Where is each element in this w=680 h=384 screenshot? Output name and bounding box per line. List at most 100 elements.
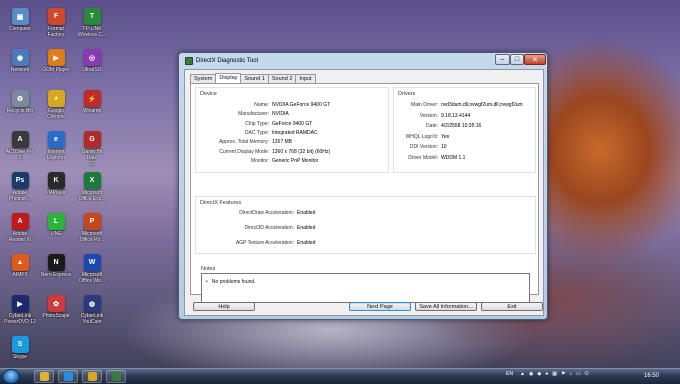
desktop-icon-label: PhotoScape <box>42 313 70 319</box>
desktop-icon-label: AIMP3 <box>12 272 28 278</box>
desktop-icon[interactable]: Ps Adobe Photosh... <box>2 170 38 210</box>
tray-speaker-icon[interactable]: ♪ <box>569 371 572 377</box>
info-value: WDDM 1.1 <box>441 155 466 161</box>
notes-box[interactable]: • No problems found. <box>201 273 530 303</box>
desktop-icon[interactable]: G Game Bit Rate L2 <box>74 129 110 169</box>
taskbar-button[interactable] <box>58 370 78 383</box>
desktop-icon[interactable]: T TP-LINK Wireless C... <box>74 6 110 46</box>
explorer-icon <box>39 372 49 381</box>
desktop-icon[interactable]: ◉ Network <box>2 47 38 87</box>
info-label: Main Driver: <box>411 102 438 108</box>
minimize-button[interactable]: – <box>495 54 510 65</box>
drivers-heading: Drivers <box>398 91 416 97</box>
tab-sound-2[interactable]: Sound 2 <box>267 74 297 83</box>
desktop-icon-label: Internet Explorer <box>46 149 66 161</box>
info-value: Integrated RAMDAC <box>272 129 318 136</box>
desktop-icon-label: Skype <box>13 354 27 360</box>
language-indicator[interactable]: EN <box>506 371 513 377</box>
ie-icon: e <box>47 131 65 148</box>
tray-power-icon[interactable]: ⏻ <box>585 371 589 377</box>
desktop-icon[interactable]: ▶ GOM Player <box>38 47 74 87</box>
desktop-icon[interactable]: A Adobe Reader XI <box>2 211 38 251</box>
info-label: AGP Texture Acceleration: <box>235 240 294 246</box>
exit-button[interactable]: Exit <box>481 302 543 311</box>
info-label: Direct3D Acceleration: <box>244 225 294 231</box>
start-button[interactable] <box>2 369 20 384</box>
desktop-icon[interactable]: ◕ Google Chrome <box>38 88 74 128</box>
desktop-icon-label: Google Chrome <box>47 108 65 120</box>
desktop-icon[interactable]: W Microsoft Office Wo... <box>74 252 110 292</box>
desktop-icon[interactable]: ♻ Recycle Bin <box>2 88 38 128</box>
device-heading: Device <box>200 91 217 97</box>
info-label: WHQL Logo'd: <box>405 133 438 140</box>
desktop-icon-label: Nero Express <box>40 272 72 278</box>
drivers-group: Drivers Main Driver: nvd3dum.dll,nvwgf2um… <box>393 87 536 173</box>
desktop-icon-label: LINE <box>50 231 62 237</box>
tab-input[interactable]: Input <box>295 74 316 83</box>
window-title: DirectX Diagnostic Tool <box>196 58 258 64</box>
next-page-button[interactable]: Next Page <box>349 302 411 311</box>
desktop-icon[interactable]: X Microsoft Office Exc... <box>74 170 110 210</box>
tray-shield-icon[interactable]: ◆ <box>537 371 541 377</box>
info-label: Current Display Mode: <box>219 148 269 155</box>
desktop-icon-label: ACDSee Pro 3 <box>5 149 35 161</box>
tab-sound-1[interactable]: Sound 1 <box>240 74 269 83</box>
tray-monitor-icon[interactable]: ▭ <box>576 371 581 377</box>
desktop-icon[interactable]: L LINE <box>38 211 74 251</box>
tray-steam-icon[interactable]: ◉ <box>529 371 533 377</box>
window-client: System Display Sound 1 Sound 2 Input Device … <box>184 69 544 316</box>
desktop-icon[interactable]: ✿ PhotoScape <box>38 293 74 333</box>
desktop-icon[interactable]: P Microsoft Office Po... <box>74 211 110 251</box>
info-value: 1267 MB <box>272 139 293 146</box>
desktop-icon-label: GOM Player <box>42 67 70 73</box>
system-tray: ▲ ◉ ◆ ● ▦ ⚑ ♪ ▭ ⏻ <box>520 371 589 377</box>
desktop-icon[interactable]: ▣ Computer <box>2 6 38 46</box>
computer-icon: ▣ <box>11 8 29 25</box>
maximize-icon: □ <box>514 56 520 63</box>
desktop-icon-label: Adobe Reader XI <box>8 231 32 243</box>
features-group: DirectX Features DirectDraw Acceleration… <box>195 196 536 254</box>
photoscape-icon: ✿ <box>47 295 65 312</box>
taskbar-button[interactable] <box>34 370 54 383</box>
desktop-icon[interactable]: e Internet Explorer <box>38 129 74 169</box>
chrome-icon: ◕ <box>47 90 65 107</box>
tray-network-icon[interactable]: ▦ <box>552 371 557 377</box>
taskbar-button[interactable] <box>82 370 102 383</box>
notes-text: No problems found. <box>211 279 256 285</box>
info-value: Generic PnP Monitor <box>272 157 319 164</box>
gom-player-icon: ▶ <box>47 49 65 66</box>
info-value: nvd3dum.dll,nvwgf2um.dll,nvwgf2um <box>441 102 523 108</box>
clock[interactable]: 16:50 <box>644 373 659 379</box>
tray-flag-icon[interactable]: ⚑ <box>561 371 565 377</box>
line-icon: L <box>47 213 65 230</box>
close-button[interactable]: ✕ <box>524 54 546 65</box>
taskbar-button[interactable] <box>106 370 126 383</box>
desktop-icon[interactable]: ⚡ Winamp <box>74 88 110 128</box>
display-panel: Device Name: NVIDIA GeForce 9400 GT Manufa… <box>190 83 539 303</box>
desktop-icon-label: Computer <box>9 26 31 32</box>
desktop-icon[interactable]: ▲ AIMP3 <box>2 252 38 292</box>
info-value: 4/2/2558 10:35:16 <box>441 123 482 130</box>
tab-system[interactable]: System <box>190 74 217 83</box>
powerpoint-icon: P <box>83 213 101 230</box>
tray-app-icon[interactable]: ● <box>545 371 548 377</box>
desktop-icon[interactable]: A ACDSee Pro 3 <box>2 129 38 169</box>
desktop-icon[interactable]: ◎ UltraISO <box>74 47 110 87</box>
desktop-icon[interactable]: K KMPlayer <box>38 170 74 210</box>
powerdvd-icon: ▶ <box>11 295 29 312</box>
desktop-icon[interactable]: F Format Factory <box>38 6 74 46</box>
desktop-icon[interactable]: N Nero Express <box>38 252 74 292</box>
save-all-information-button[interactable]: Save All Information... <box>415 302 477 311</box>
tray-arrow-icon[interactable]: ▲ <box>520 371 525 377</box>
desktop-icon-label: Network <box>10 67 30 73</box>
tplink-icon: T <box>83 8 101 25</box>
desktop-icon[interactable]: ◍ CyberLink YouCam <box>74 293 110 333</box>
title-bar: DirectX Diagnostic Tool <box>185 56 258 66</box>
dxdiag-icon <box>111 372 121 381</box>
desktop-icon[interactable]: ▶ CyberLink PowerDVD 12 <box>2 293 38 333</box>
tab-display[interactable]: Display <box>215 73 242 83</box>
help-button[interactable]: Help <box>193 302 255 311</box>
format-factory-icon: F <box>47 8 65 25</box>
info-value: Yes <box>441 133 450 140</box>
maximize-button[interactable]: □ <box>510 54 524 65</box>
